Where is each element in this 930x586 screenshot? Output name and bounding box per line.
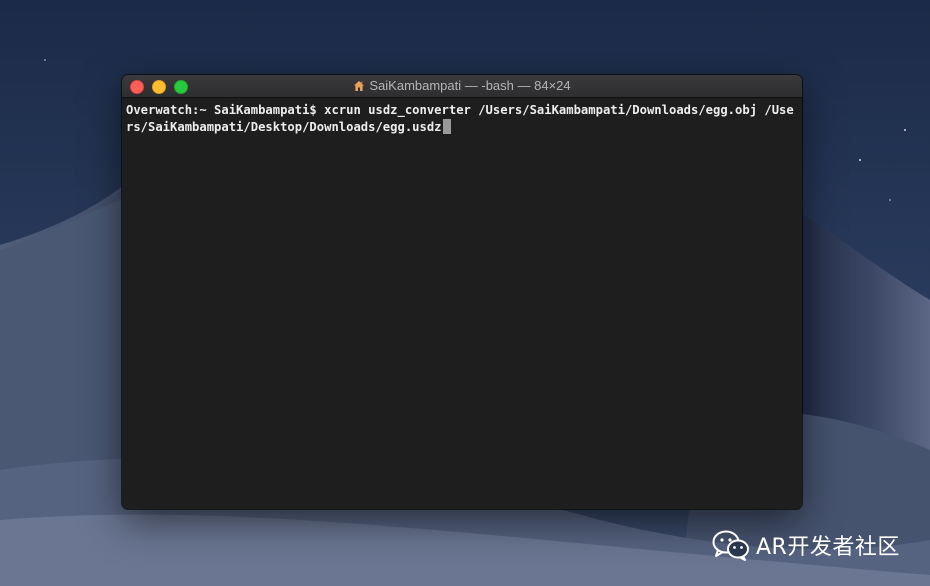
text-cursor [442,119,451,134]
watermark-text: AR开发者社区 [756,535,900,560]
wechat-icon [712,530,749,561]
terminal-window[interactable]: SaiKambampati — -bash — 84×24 Overwatch:… [122,75,802,509]
title-bar[interactable]: SaiKambampati — -bash — 84×24 [122,75,802,98]
shell-prompt: Overwatch:~ SaiKambampati$ [126,103,325,117]
home-icon [354,81,365,91]
window-title: SaiKambampati — -bash — 84×24 [122,75,802,97]
watermark: AR开发者社区 [712,528,900,562]
window-title-text: SaiKambampati — -bash — 84×24 [369,78,571,93]
terminal-output[interactable]: Overwatch:~ SaiKambampati$ xcrun usdz_co… [122,98,802,136]
